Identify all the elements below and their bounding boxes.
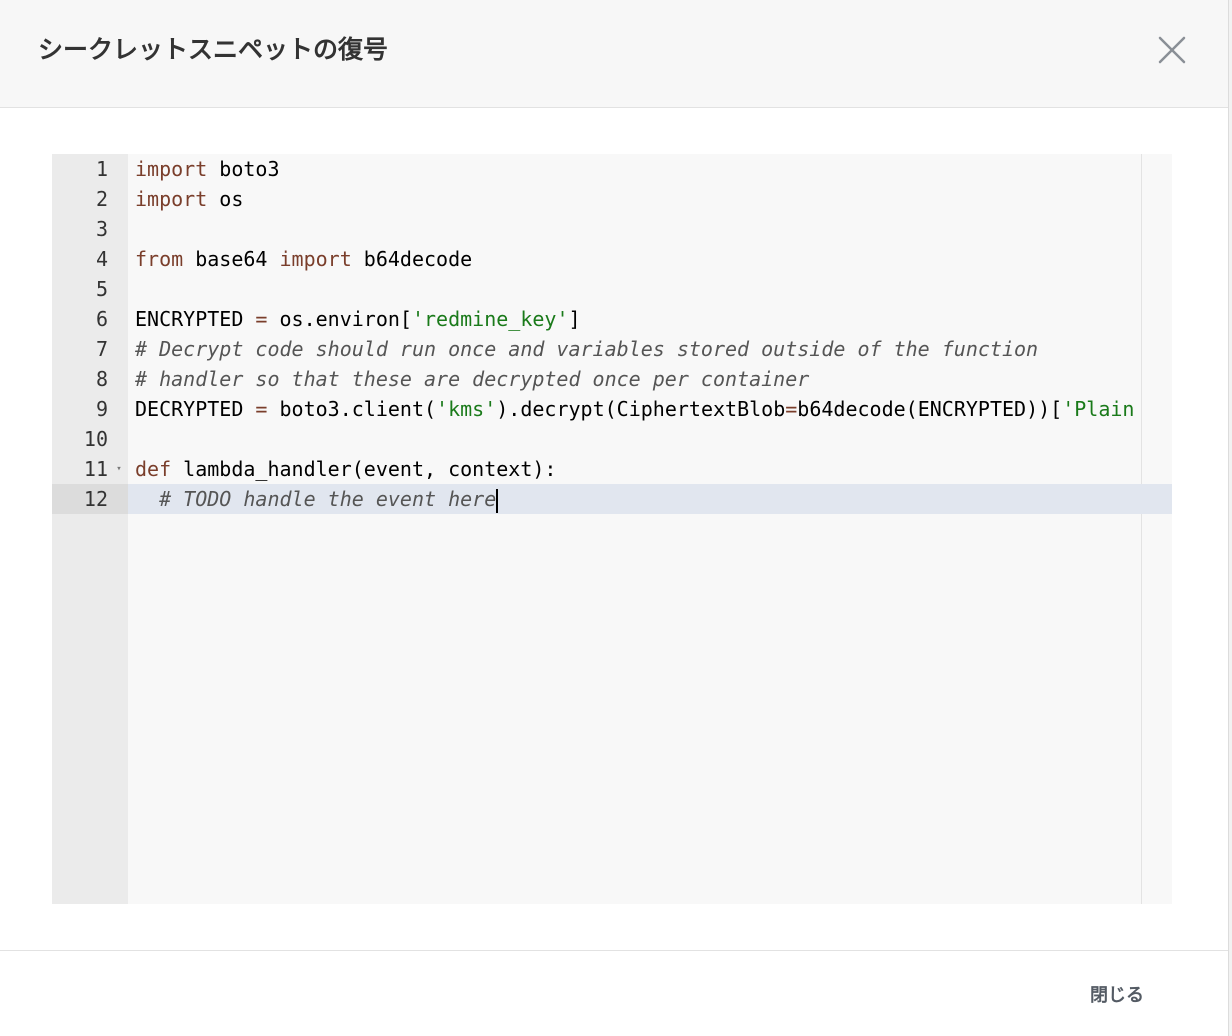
code-token: ).decrypt(CiphertextBlob <box>496 397 786 421</box>
code-token: DECRYPTED <box>135 397 256 421</box>
code-token: b64decode(ENCRYPTED))[ <box>797 397 1063 421</box>
code-text: DECRYPTED = boto3.client('kms').decrypt(… <box>135 394 1134 424</box>
code-text: # handler so that these are decrypted on… <box>135 364 809 394</box>
page-scroll-edge <box>1228 0 1232 1036</box>
code-token: ENCRYPTED <box>135 307 256 331</box>
code-token: = <box>785 397 798 421</box>
line-number: 8 <box>95 367 108 391</box>
code-line[interactable]: 1 import boto3 <box>52 154 1172 184</box>
line-number: 10 <box>83 427 108 451</box>
code-line[interactable]: 12 # TODO handle the event here <box>52 484 1172 514</box>
line-number: 1 <box>95 157 108 181</box>
code-text: from base64 import b64decode <box>135 244 472 274</box>
code-token: import <box>135 157 208 181</box>
code-line[interactable]: 9 DECRYPTED = boto3.client('kms').decrypt… <box>52 394 1172 424</box>
code-token: import <box>135 187 208 211</box>
code-text: def lambda_handler(event, context): <box>135 454 556 484</box>
code-token: def <box>135 457 172 481</box>
code-line[interactable]: 10 <box>52 424 1172 454</box>
code-token: boto3 <box>207 157 280 181</box>
code-token: b64decode <box>351 247 473 271</box>
line-number: 6 <box>95 307 108 331</box>
code-token: # Decrypt code should run once and varia… <box>135 337 1039 361</box>
code-token: boto3.client( <box>267 397 437 421</box>
line-number: 4 <box>95 247 108 271</box>
modal-header: シークレットスニペットの復号 <box>0 0 1228 108</box>
code-lines[interactable]: 1 import boto3 2 import os 3 4 from base64 imp… <box>52 154 1172 514</box>
code-token: 'redmine_key' <box>411 307 569 331</box>
code-token: # TODO handle the event here <box>159 487 497 511</box>
code-token: 'kms' <box>436 397 497 421</box>
code-token: ] <box>568 307 581 331</box>
code-token: os <box>207 187 244 211</box>
close-x-icon[interactable] <box>1152 30 1192 70</box>
code-line[interactable]: 7 # Decrypt code should run once and vari… <box>52 334 1172 364</box>
modal-footer: 閉じる <box>0 950 1228 1036</box>
code-token: # handler so that these are decrypted on… <box>135 367 810 391</box>
code-token: = <box>255 397 268 421</box>
code-text: import os <box>135 184 243 214</box>
code-line[interactable]: 8 # handler so that these are decrypted o… <box>52 364 1172 394</box>
code-line[interactable]: 5 <box>52 274 1172 304</box>
code-line[interactable]: 3 <box>52 214 1172 244</box>
close-button[interactable]: 閉じる <box>1090 982 1144 1010</box>
line-number: 3 <box>95 217 108 241</box>
code-token: from <box>135 247 184 271</box>
code-token: os.environ[ <box>267 307 412 331</box>
text-cursor <box>496 488 499 513</box>
line-number: 9 <box>95 397 108 421</box>
code-token: = <box>255 307 268 331</box>
code-line[interactable]: 11 ▾ def lambda_handler(event, context): <box>52 454 1172 484</box>
line-number: 5 <box>95 277 108 301</box>
line-number: 12 <box>52 484 128 514</box>
fold-toggle-icon[interactable]: ▾ <box>114 454 124 484</box>
code-line[interactable]: 2 import os <box>52 184 1172 214</box>
code-text: import boto3 <box>135 154 280 184</box>
decrypt-snippet-modal: シークレットスニペットの復号 1 import boto3 2 import os 3 4… <box>0 0 1232 1036</box>
code-text: ENCRYPTED = os.environ['redmine_key'] <box>135 304 581 334</box>
code-editor[interactable]: 1 import boto3 2 import os 3 4 from base64 imp… <box>52 154 1172 904</box>
code-line[interactable]: 6 ENCRYPTED = os.environ['redmine_key'] <box>52 304 1172 334</box>
modal-title: シークレットスニペットの復号 <box>38 35 389 64</box>
line-number: 2 <box>95 187 108 211</box>
code-token: base64 <box>183 247 280 271</box>
code-token: lambda_handler(event, context): <box>171 457 557 481</box>
code-text: # TODO handle the event here <box>135 484 499 514</box>
code-token: import <box>279 247 352 271</box>
code-line[interactable]: 4 from base64 import b64decode <box>52 244 1172 274</box>
line-number: 7 <box>95 337 108 361</box>
code-token: 'Plain <box>1062 397 1135 421</box>
code-text: # Decrypt code should run once and varia… <box>135 334 1038 364</box>
